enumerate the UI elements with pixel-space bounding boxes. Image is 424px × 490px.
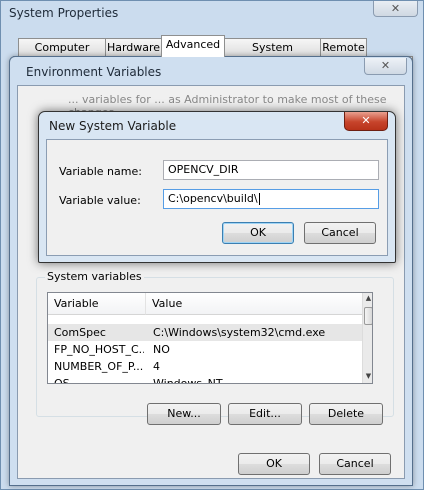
new-system-variable-body: Variable name: OPENCV_DIR Variable value… — [46, 139, 388, 256]
new-system-variable-title: New System Variable — [49, 119, 177, 133]
tab-remote[interactable]: Remote — [320, 38, 367, 57]
column-header-variable[interactable]: Variable — [48, 293, 146, 315]
variable-value-cell: NO — [153, 343, 170, 356]
scroll-down-icon[interactable]: ▼ — [363, 371, 372, 382]
system-variables-list[interactable]: Variable Value ComSpec C:\Windows\system… — [47, 292, 373, 384]
new-variable-button[interactable]: New... — [147, 403, 221, 425]
table-row[interactable]: OS Windows_NT — [48, 375, 362, 384]
variable-value-input[interactable]: C:\opencv\build\ — [163, 189, 379, 209]
ok-button[interactable]: OK — [222, 222, 294, 244]
variable-name-cell: FP_NO_HOST_C... — [54, 343, 144, 356]
delete-variable-button[interactable]: Delete — [309, 403, 383, 425]
tab-advanced[interactable]: Advanced — [161, 35, 225, 57]
tab-hardware[interactable]: Hardware — [105, 38, 162, 57]
close-icon[interactable]: ✕ — [344, 112, 388, 131]
system-properties-close-button[interactable]: ✕ — [373, 1, 418, 17]
variable-value-cell: 4 — [153, 360, 160, 373]
system-properties-title: System Properties — [9, 6, 119, 20]
variable-name-input[interactable]: OPENCV_DIR — [163, 160, 379, 180]
variable-name-cell: ComSpec — [54, 326, 106, 339]
variable-value-value: C:\opencv\build\ — [168, 192, 258, 205]
variable-name-value: OPENCV_DIR — [168, 163, 239, 176]
new-system-variable-dialog: New System Variable ✕ Variable name: OPE… — [38, 111, 396, 263]
variable-name-cell: OS — [54, 377, 70, 384]
variable-value-cell: C:\Windows\system32\cmd.exe — [153, 326, 326, 339]
table-row[interactable]: ComSpec C:\Windows\system32\cmd.exe — [48, 324, 362, 341]
scroll-thumb[interactable] — [364, 307, 372, 325]
variable-name-cell: NUMBER_OF_P... — [54, 360, 144, 373]
edit-variable-button[interactable]: Edit... — [228, 403, 302, 425]
tab-system-protection[interactable]: System Protection — [224, 38, 321, 71]
system-variables-label: System variables — [45, 270, 144, 283]
text-caret — [258, 193, 260, 205]
scroll-up-icon[interactable]: ▲ — [363, 293, 372, 304]
table-row[interactable]: NUMBER_OF_P... 4 — [48, 358, 362, 375]
vertical-scrollbar[interactable]: ▲ ▼ — [362, 293, 372, 383]
column-header-value[interactable]: Value — [146, 293, 362, 315]
environment-ok-button[interactable]: OK — [238, 453, 310, 475]
environment-cancel-button[interactable]: Cancel — [319, 453, 391, 475]
variable-value-label: Variable value: — [59, 194, 141, 207]
variable-name-label: Variable name: — [59, 165, 142, 178]
variable-value-cell: Windows_NT — [153, 377, 223, 384]
cancel-button[interactable]: Cancel — [304, 222, 376, 244]
environment-variables-title: Environment Variables — [26, 65, 162, 79]
environment-variables-close-button[interactable]: ✕ — [364, 58, 407, 75]
table-row[interactable]: FP_NO_HOST_C... NO — [48, 341, 362, 358]
system-variables-group: System variables Variable Value ComSpec … — [36, 270, 394, 417]
tab-computer-name[interactable]: Computer Name — [18, 38, 106, 71]
